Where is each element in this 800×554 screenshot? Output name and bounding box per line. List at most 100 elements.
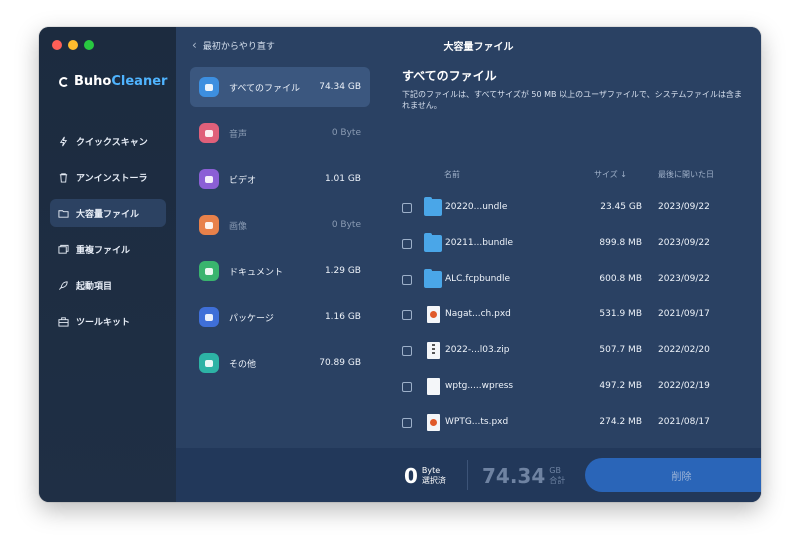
window-controls xyxy=(52,40,94,50)
file-size: 600.8 MB xyxy=(599,273,642,284)
file-name: ALC.fcpbundle xyxy=(445,273,511,284)
rocket-icon xyxy=(59,280,68,290)
file-last-opened: 2023/09/22 xyxy=(658,237,710,248)
file-size: 899.8 MB xyxy=(599,237,642,248)
category-size: 1.16 GB xyxy=(324,312,361,322)
category-size: 1.29 GB xyxy=(324,266,361,276)
footer-bar: 0 Byte 選択済 74.34 GB 合計 削除 xyxy=(176,448,761,502)
category-item[interactable]: その他 70.89 GB xyxy=(190,343,370,383)
file-name: 20220...undle xyxy=(445,202,508,212)
selected-label: 選択済 xyxy=(421,476,446,485)
top-bar: ‹ 最初からやり直す 大容量ファイル xyxy=(176,27,761,63)
table-row[interactable]: Nagat...ch.pxd 531.9 MB 2021/09/17 xyxy=(402,305,747,325)
category-icon xyxy=(199,123,219,143)
row-checkbox[interactable] xyxy=(402,417,412,428)
file-last-opened: 2023/09/22 xyxy=(658,202,710,212)
category-item[interactable]: 画像 0 Byte xyxy=(190,205,370,245)
row-checkbox[interactable] xyxy=(402,382,412,392)
table-row[interactable]: wptg.....wpress 497.2 MB 2022/02/19 xyxy=(402,377,747,397)
file-name: WPTG...ts.pxd xyxy=(445,416,509,427)
file-last-opened: 2021/08/17 xyxy=(658,416,710,427)
app-window: BuhoCleaner クイックスキャン アンインストーラ 大容量ファイル 重複… xyxy=(39,27,761,502)
category-item[interactable]: パッケージ 1.16 GB xyxy=(190,297,370,337)
file-name: Nagat...ch.pxd xyxy=(445,309,511,320)
total-label: 合計 xyxy=(549,476,566,485)
sidebar-item-label: 大容量ファイル xyxy=(76,209,140,220)
selected-summary: 0 Byte 選択済 xyxy=(404,464,446,488)
toolbox-icon xyxy=(58,316,69,327)
category-icon xyxy=(199,215,219,235)
category-item[interactable]: ビデオ 1.01 GB xyxy=(190,159,370,199)
category-label: ドキュメント xyxy=(229,267,284,278)
row-checkbox[interactable] xyxy=(402,203,412,213)
sidebar-item-startup[interactable]: 起動項目 xyxy=(50,271,166,299)
sidebar: BuhoCleaner クイックスキャン アンインストーラ 大容量ファイル 重複… xyxy=(39,27,176,502)
footer-divider xyxy=(467,460,468,490)
category-item[interactable]: すべてのファイル 74.34 GB xyxy=(190,67,370,107)
category-icon xyxy=(199,169,219,189)
sidebar-item-toolkit[interactable]: ツールキット xyxy=(50,307,166,335)
sidebar-item-duplicates[interactable]: 重複ファイル xyxy=(50,235,166,263)
category-icon xyxy=(199,77,219,97)
sidebar-item-large-files[interactable]: 大容量ファイル xyxy=(50,199,166,227)
total-size-caption: GB 合計 xyxy=(549,466,565,486)
delete-button[interactable]: 削除 xyxy=(585,458,761,492)
category-label: その他 xyxy=(229,359,257,370)
table-row[interactable]: 20220...undle 23.45 GB 2023/09/22 xyxy=(402,197,747,218)
folder-icon xyxy=(424,197,442,216)
buho-logo-icon xyxy=(59,76,69,87)
table-row[interactable]: ALC.fcpbundle 600.8 MB 2023/09/22 xyxy=(402,268,747,290)
sidebar-item-label: アンインストーラ xyxy=(76,173,148,184)
file-last-opened: 2022/02/20 xyxy=(658,345,710,356)
category-item[interactable]: ドキュメント 1.29 GB xyxy=(190,251,370,291)
zip-file-icon xyxy=(427,342,440,360)
main-panel: ‹ 最初からやり直す 大容量ファイル すべてのファイル 74.34 GB 音声 0 B… xyxy=(176,27,761,502)
sidebar-item-label: 重複ファイル xyxy=(76,245,131,256)
file-size: 23.45 GB xyxy=(600,202,642,212)
category-label: 画像 xyxy=(229,221,248,232)
column-header-last-opened[interactable]: 最後に開いた日 xyxy=(658,169,714,180)
category-label: パッケージ xyxy=(229,313,274,324)
minimize-window-button[interactable] xyxy=(68,40,78,50)
lightning-icon xyxy=(59,136,68,146)
selected-size-caption: Byte 選択済 xyxy=(422,466,446,486)
category-label: ビデオ xyxy=(229,175,257,186)
sidebar-nav: クイックスキャン アンインストーラ 大容量ファイル 重複ファイル 起動項目 ツー… xyxy=(50,127,166,343)
file-last-opened: 2023/09/22 xyxy=(658,273,710,284)
file-size: 531.9 MB xyxy=(599,309,642,320)
sidebar-item-label: クイックスキャン xyxy=(76,137,148,148)
zoom-window-button[interactable] xyxy=(84,40,94,50)
category-label: 音声 xyxy=(229,129,248,140)
sidebar-item-quick-scan[interactable]: クイックスキャン xyxy=(50,127,166,155)
row-checkbox[interactable] xyxy=(402,274,412,285)
category-size: 1.01 GB xyxy=(324,174,361,184)
sidebar-item-uninstaller[interactable]: アンインストーラ xyxy=(50,163,166,191)
category-icon xyxy=(199,307,219,327)
file-name: 20211...bundle xyxy=(445,237,514,248)
trash-icon xyxy=(59,172,68,183)
file-last-opened: 2022/02/19 xyxy=(658,381,710,391)
category-item[interactable]: 音声 0 Byte xyxy=(190,113,370,153)
page-title: 大容量ファイル xyxy=(443,42,514,53)
table-row[interactable]: 20211...bundle 899.8 MB 2023/09/22 xyxy=(402,232,747,254)
sidebar-item-label: 起動項目 xyxy=(76,281,113,292)
column-header-name[interactable]: 名前 xyxy=(444,169,460,180)
row-checkbox[interactable] xyxy=(402,346,412,357)
table-row[interactable]: 2022-...l03.zip 507.7 MB 2022/02/20 xyxy=(402,341,747,361)
file-size: 497.2 MB xyxy=(599,381,642,391)
folder-icon xyxy=(424,232,442,252)
folder-icon xyxy=(58,209,69,218)
duplicate-icon xyxy=(58,244,69,254)
category-size: 70.89 GB xyxy=(319,358,361,368)
selected-size-unit: Byte xyxy=(421,466,441,475)
close-window-button[interactable] xyxy=(52,40,62,50)
pixelmator-file-icon xyxy=(427,306,440,324)
pixelmator-file-icon xyxy=(427,413,440,431)
table-row[interactable]: WPTG...ts.pxd 274.2 MB 2021/08/17 xyxy=(402,413,747,433)
row-checkbox[interactable] xyxy=(402,238,412,249)
row-checkbox[interactable] xyxy=(402,310,412,321)
file-panel-description: 下記のファイルは、すべてサイズが 50 MB 以上のユーザファイルで、システムフ… xyxy=(402,90,742,110)
column-header-size[interactable]: サイズ ↓ xyxy=(594,169,627,180)
brand-suffix: Cleaner xyxy=(111,74,168,89)
app-logo: BuhoCleaner xyxy=(59,74,167,89)
